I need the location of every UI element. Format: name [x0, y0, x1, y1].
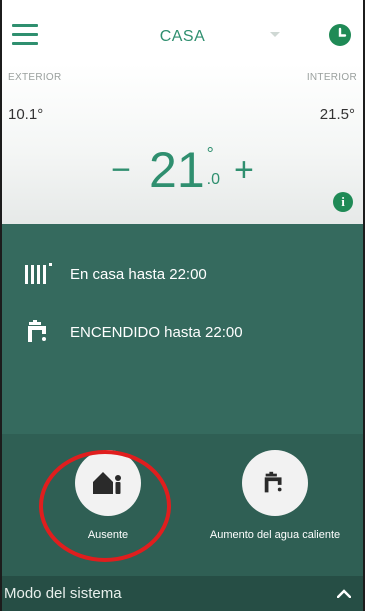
- clock-icon[interactable]: [329, 24, 351, 46]
- hot-water-boost-label: Aumento del agua caliente: [209, 529, 341, 541]
- app-header: CASA: [2, 0, 363, 64]
- system-mode-bar[interactable]: Modo del sistema: [2, 576, 363, 611]
- radiator-icon: [25, 263, 52, 284]
- decrease-temperature-button[interactable]: −: [111, 151, 131, 190]
- interior-label: INTERIOR: [306, 72, 357, 83]
- hot-water-boost-button[interactable]: Aumento del agua caliente: [205, 450, 345, 541]
- system-mode-label: Modo del sistema: [4, 585, 122, 602]
- setpoint-display: 21 ° .0: [149, 145, 220, 195]
- exterior-label: EXTERIOR: [8, 72, 62, 83]
- exterior-temperature: 10.1°: [8, 106, 44, 123]
- interior-temperature: 21.5°: [319, 106, 355, 123]
- increase-temperature-button[interactable]: +: [234, 151, 254, 190]
- heating-status: En casa hasta 22:00: [24, 262, 207, 286]
- hot-water-boost-circle[interactable]: [242, 450, 308, 516]
- hot-water-status-text: ENCENDIDO hasta 22:00: [70, 323, 243, 341]
- tap-icon: [264, 471, 282, 493]
- heating-status-text: En casa hasta 22:00: [70, 265, 207, 283]
- temperature-panel: EXTERIOR INTERIOR 10.1° 21.5° − 21 ° .0 …: [2, 64, 363, 224]
- highlight-ring: [39, 450, 171, 562]
- tap-icon: [28, 320, 46, 342]
- zone-label: CASA: [159, 28, 206, 45]
- thermostat-screen: CASA EXTERIOR INTERIOR 10.1° 21.5° − 21 …: [0, 0, 365, 611]
- zone-selector[interactable]: CASA: [2, 26, 363, 46]
- hot-water-status: ENCENDIDO hasta 22:00: [24, 320, 243, 344]
- status-panel: En casa hasta 22:00 ENCENDIDO hasta 22:0…: [2, 224, 363, 434]
- chevron-down-icon[interactable]: [270, 32, 280, 37]
- setpoint-integer: 21: [149, 142, 205, 198]
- setpoint-control: − 21 ° .0 +: [2, 140, 363, 200]
- chevron-up-icon[interactable]: [337, 589, 351, 598]
- info-icon[interactable]: i: [333, 192, 353, 212]
- setpoint-decimal: .0: [206, 171, 220, 188]
- setpoint-degree: °: [206, 144, 214, 164]
